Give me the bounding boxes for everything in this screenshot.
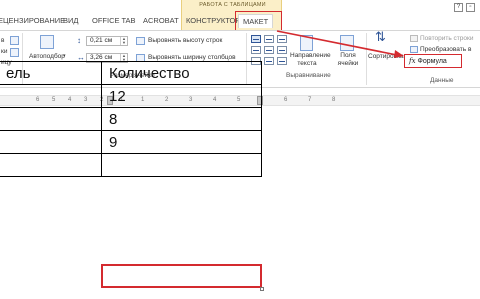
table-cell[interactable] [0,130,102,154]
ruler-number: 7 [308,97,312,103]
ribbon-tab-bar: РАБОТА С ТАБЛИЦАМИ ЕЦЕНЗИРОВАНИЕ ВИД OFF… [0,0,480,31]
convert-to-text-button[interactable]: Преобразовать в [420,45,471,54]
align-top-center-icon[interactable] [264,35,274,43]
row-height-input[interactable]: 0,21 см ▲ ▼ [86,36,128,46]
autofit-dropdown-icon[interactable]: ▾ [63,52,66,61]
table-cell[interactable]: 12 [101,84,262,108]
layout-tab-highlight [235,11,282,31]
ruler-number: 6 [284,97,288,103]
split-icon[interactable] [10,48,19,57]
table-row: 9 [0,130,262,154]
table-cell[interactable] [0,153,102,177]
align-middle-left-icon[interactable] [251,46,261,54]
tab-review[interactable]: ЕЦЕНЗИРОВАНИЕ [0,14,65,28]
target-cell[interactable] [101,153,262,177]
fx-icon: fx [409,57,416,65]
cell-margins-icon[interactable] [340,35,354,51]
repeat-header-button[interactable]: Повторить строки [420,34,473,43]
formula-label: Формула [417,58,447,65]
formula-button[interactable]: fx Формула [404,54,462,68]
tab-acrobat[interactable]: ACROBAT [143,14,179,28]
align-bottom-center-icon[interactable] [264,57,274,65]
cell-margins-button[interactable]: Поля ячейки [334,52,362,68]
row-height-spinner-icon[interactable]: ▲ ▼ [120,37,127,45]
text-direction-icon[interactable] [300,35,313,51]
merge-icon[interactable] [10,36,19,45]
table-cell[interactable]: Количество [101,61,262,85]
convert-to-text-icon [410,46,418,53]
table-resize-handle[interactable] [260,287,264,291]
tab-view[interactable]: ВИД [63,14,78,28]
autofit-button[interactable]: Автоподбор [29,52,65,61]
table-cell[interactable] [0,84,102,108]
row-height-value: 0,21 см [90,37,113,44]
align-bottom-right-icon[interactable] [277,57,287,65]
table-row [0,153,262,177]
align-top-right-icon[interactable] [277,35,287,43]
table-cell[interactable]: 8 [101,107,262,131]
table-cell[interactable]: ель [0,61,102,85]
distribute-rows-icon [136,37,145,45]
table-row: 12 [0,84,262,108]
repeat-header-icon [410,35,418,42]
row-height-icon: ↕ [77,36,81,45]
data-group-label: Данные [430,77,454,84]
help-icon[interactable]: ? [454,3,463,12]
ribbon-fragment-1[interactable]: в [1,36,4,45]
align-top-left-icon[interactable] [251,35,261,43]
group-separator [366,33,367,85]
autofit-icon[interactable] [40,35,54,49]
text-direction-button[interactable]: Направление текста [290,52,331,68]
sort-icon[interactable]: ⇅ [375,30,386,43]
sort-button[interactable]: Сортировка [368,52,404,61]
col-width-value: 3,26 см [90,54,113,61]
tab-office-tab[interactable]: OFFICE TAB [92,14,135,28]
align-center-icon[interactable] [264,46,274,54]
tab-constructor[interactable]: КОНСТРУКТОР [186,14,240,28]
ruler-number: 8 [332,97,336,103]
data-table: ель Количество 12 8 9 [0,61,262,177]
restore-icon[interactable]: ▫ [466,3,475,12]
window-controls: ? ▫ [454,3,475,12]
align-middle-right-icon[interactable] [277,46,287,54]
table-cell[interactable] [0,107,102,131]
table-cell[interactable]: 9 [101,130,262,154]
table-row: 8 [0,107,262,131]
distribute-rows-button[interactable]: Выровнять высоту строк [148,36,222,45]
context-group-title: РАБОТА С ТАБЛИЦАМИ [199,2,266,8]
ribbon-fragment-2[interactable]: ки [1,47,7,56]
table-row: ель Количество [0,61,262,85]
alignment-group-label: Выравнивание [286,72,331,79]
